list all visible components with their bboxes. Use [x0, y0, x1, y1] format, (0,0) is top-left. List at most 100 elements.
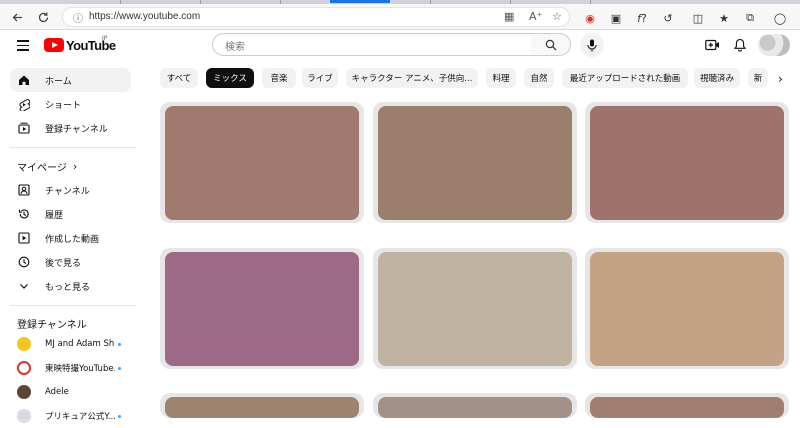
site-info-icon[interactable]: ⓘ — [73, 10, 83, 25]
star-icon[interactable]: ☆ — [552, 10, 562, 23]
channel-avatar — [17, 409, 31, 423]
back-icon[interactable] — [8, 8, 26, 26]
youtube-header: YouTube JP 検索 — [0, 30, 800, 60]
channel-avatar — [17, 337, 31, 351]
subscriptions-icon — [17, 121, 31, 135]
chip-nature[interactable]: 自然 — [524, 68, 554, 88]
sidebar-item-label: ショート — [45, 100, 82, 111]
sidebar-divider — [10, 305, 136, 306]
search-input[interactable]: 検索 — [212, 33, 532, 56]
notifications-icon[interactable] — [732, 37, 748, 53]
refresh-icon[interactable] — [34, 8, 52, 26]
mic-icon — [587, 39, 597, 51]
sidebar-item-shorts[interactable]: ショート — [10, 92, 131, 116]
sidebar-item-subscriptions[interactable]: 登録チャンネル — [10, 116, 131, 140]
chip-all[interactable]: すべて — [160, 68, 198, 88]
sidebar-item-label: チャンネル — [45, 186, 90, 197]
chip-character-anime[interactable]: キャラクター アニメ、子供向... — [346, 68, 478, 88]
url-text[interactable]: https://www.youtube.com — [89, 11, 200, 22]
channel-icon — [17, 183, 31, 197]
video-thumbnail[interactable] — [165, 252, 359, 366]
chip-live[interactable]: ライブ — [302, 68, 338, 88]
sidebar-item-label: ホーム — [45, 76, 72, 87]
sidebar-item-your-videos[interactable]: 作成した動画 — [10, 226, 131, 250]
page-scrollbar[interactable] — [790, 95, 798, 415]
your-videos-icon — [17, 231, 31, 245]
chip-new[interactable]: 新 — [748, 68, 768, 88]
subscription-item[interactable]: MJ and Adam Sh... — [10, 332, 131, 356]
sidebar-item-show-more[interactable]: もっと見る — [10, 274, 131, 298]
search-icon — [545, 39, 556, 50]
subscription-item[interactable]: 東映特撮YouTube... — [10, 356, 131, 380]
subscription-item[interactable]: プリキュア公式Y... — [10, 404, 131, 428]
read-aloud-icon[interactable]: A⁺ — [529, 10, 542, 23]
split-icon[interactable]: ◫ — [690, 10, 706, 26]
chevron-down-icon — [17, 279, 31, 293]
media-icon[interactable]: ◉ — [582, 10, 598, 26]
category-chip-bar: すべて ミックス 音楽 ライブ キャラクター アニメ、子供向... 料理 自然 … — [158, 67, 800, 89]
watch-later-icon — [17, 255, 31, 269]
shorts-icon — [17, 97, 31, 111]
chip-cooking[interactable]: 料理 — [486, 68, 516, 88]
logo-text: YouTube — [66, 37, 116, 53]
subscription-item[interactable]: Adele — [10, 380, 131, 404]
chip-watched[interactable]: 視聴済み — [694, 68, 740, 88]
sidebar-item-label: 登録チャンネル — [45, 124, 108, 135]
video-thumbnail[interactable] — [590, 397, 784, 418]
region-code: JP — [102, 35, 108, 42]
sidebar-item-watch-later[interactable]: 後で見る — [10, 250, 131, 274]
youtube-play-icon — [44, 38, 64, 52]
video-thumbnail[interactable] — [378, 252, 572, 366]
profile-icon[interactable]: ◯ — [772, 10, 788, 26]
new-content-dot — [118, 342, 121, 346]
sidebar-item-label: 履歴 — [45, 210, 64, 221]
browser-toolbar: ⓘ https://www.youtube.com ▦ A⁺ ☆ ◉ ▣ f? … — [0, 4, 800, 30]
video-thumbnail[interactable] — [590, 252, 784, 366]
channel-avatar — [17, 385, 31, 399]
sidebar-you-heading[interactable]: マイページ › — [10, 154, 131, 178]
chevron-right-icon[interactable]: › — [778, 72, 783, 86]
active-tab-indicator[interactable] — [330, 0, 390, 3]
chip-music[interactable]: 音楽 — [262, 68, 296, 88]
subscription-label: プリキュア公式Y... — [45, 412, 115, 422]
you-heading-label: マイページ — [17, 162, 67, 174]
history-icon — [17, 207, 31, 221]
subscriptions-heading: 登録チャンネル — [17, 320, 87, 331]
sidebar-item-label: もっと見る — [45, 282, 91, 293]
video-thumbnail[interactable] — [378, 106, 572, 220]
favorites-icon[interactable]: ★ — [716, 10, 732, 26]
subscription-label: Adele — [45, 387, 69, 397]
sidebar-item-home[interactable]: ホーム — [10, 68, 131, 92]
chip-mix[interactable]: ミックス — [206, 68, 254, 88]
search-placeholder: 検索 — [225, 42, 245, 53]
account-avatar[interactable] — [758, 34, 790, 56]
sidebar-item-channel[interactable]: チャンネル — [10, 178, 131, 202]
voice-search-button[interactable] — [580, 33, 604, 57]
sidebar-divider — [10, 147, 136, 148]
collections-icon[interactable]: ⧉ — [742, 10, 758, 26]
chevron-right-icon: › — [72, 159, 78, 173]
subscription-label: MJ and Adam Sh... — [45, 339, 115, 349]
sidebar: ホーム ショート 登録チャンネル マイページ › チャンネル 履歴 作成した動画 — [0, 60, 140, 423]
subscription-label: 東映特撮YouTube... — [45, 364, 115, 374]
sidebar-item-label: 後で見る — [45, 258, 82, 269]
copilot-icon[interactable]: ↺ — [660, 10, 676, 26]
video-thumbnail[interactable] — [590, 106, 784, 220]
create-icon[interactable] — [704, 37, 720, 53]
tab-icon[interactable]: ▦ — [504, 10, 514, 23]
sidebar-item-history[interactable]: 履歴 — [10, 202, 131, 226]
new-content-dot — [118, 414, 121, 418]
home-icon — [17, 73, 31, 87]
screenshot-icon[interactable]: ▣ — [608, 10, 624, 26]
sidebar-item-label: 作成した動画 — [45, 234, 100, 245]
search-button[interactable] — [531, 33, 571, 56]
video-thumbnail[interactable] — [165, 397, 359, 418]
chip-recently-uploaded[interactable]: 最近アップロードされた動画 — [562, 68, 688, 88]
video-thumbnail[interactable] — [378, 397, 572, 418]
video-thumbnail[interactable] — [165, 106, 359, 220]
channel-avatar — [17, 361, 31, 375]
font-icon[interactable]: f? — [634, 10, 650, 26]
new-content-dot — [118, 366, 121, 370]
address-bar[interactable]: ⓘ https://www.youtube.com ▦ A⁺ ☆ — [62, 7, 570, 27]
menu-icon[interactable] — [17, 40, 29, 51]
